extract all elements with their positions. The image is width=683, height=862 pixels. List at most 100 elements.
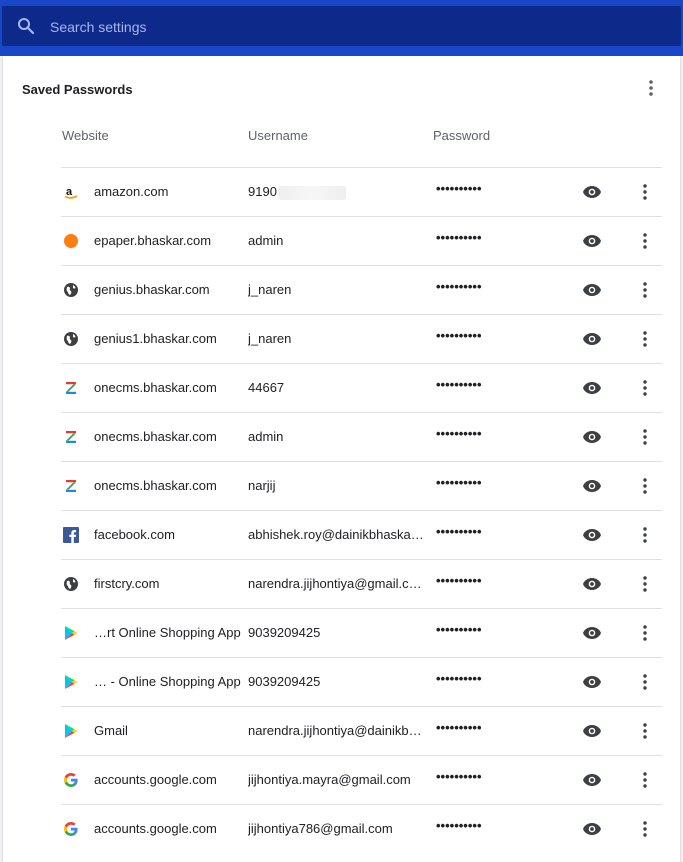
google-play-icon xyxy=(63,723,79,739)
google-play-icon xyxy=(63,625,79,641)
website-link[interactable]: firstcry.com xyxy=(94,576,244,591)
website-link[interactable]: Gmail xyxy=(94,723,244,738)
row-more-button[interactable] xyxy=(634,621,656,645)
show-password-button[interactable] xyxy=(581,280,603,300)
google-icon xyxy=(63,821,79,837)
section-more-button[interactable] xyxy=(639,76,663,100)
row-more-button[interactable] xyxy=(634,180,656,204)
show-password-button[interactable] xyxy=(581,427,603,447)
username-text: 44667 xyxy=(248,380,285,395)
password-row: onecms.bhaskar.com 44667 •••••••••• xyxy=(61,363,662,412)
website-link[interactable]: onecms.bhaskar.com xyxy=(94,429,244,444)
website-link[interactable]: epaper.bhaskar.com xyxy=(94,233,244,248)
website-link[interactable]: genius1.bhaskar.com xyxy=(94,331,244,346)
username-value: admin xyxy=(248,429,424,444)
row-more-button[interactable] xyxy=(634,327,656,351)
eye-icon xyxy=(582,724,602,738)
eye-icon xyxy=(582,381,602,395)
website-link[interactable]: onecms.bhaskar.com xyxy=(94,380,244,395)
more-vert-icon xyxy=(643,184,647,200)
password-masked: •••••••••• xyxy=(436,769,482,784)
show-password-button[interactable] xyxy=(581,525,603,545)
more-vert-icon xyxy=(643,380,647,396)
more-vert-icon xyxy=(649,80,653,96)
row-more-button[interactable] xyxy=(634,817,656,841)
website-link[interactable]: genius.bhaskar.com xyxy=(94,282,244,297)
globe-icon xyxy=(63,282,79,298)
eye-icon xyxy=(582,185,602,199)
show-password-button[interactable] xyxy=(581,476,603,496)
amazon-icon: a xyxy=(63,184,79,200)
eye-icon xyxy=(582,479,602,493)
eye-icon xyxy=(582,332,602,346)
show-password-button[interactable] xyxy=(581,819,603,839)
row-more-button[interactable] xyxy=(634,229,656,253)
password-masked: •••••••••• xyxy=(436,181,482,196)
more-vert-icon xyxy=(643,821,647,837)
username-value: j_naren xyxy=(248,331,424,346)
username-value: 9039209425 xyxy=(248,674,424,689)
eye-icon xyxy=(582,626,602,640)
website-link[interactable]: … - Online Shopping App xyxy=(94,674,244,689)
show-password-button[interactable] xyxy=(581,378,603,398)
row-more-button[interactable] xyxy=(634,768,656,792)
website-link[interactable]: accounts.google.com xyxy=(94,821,244,836)
username-value: j_naren xyxy=(248,282,424,297)
row-more-button[interactable] xyxy=(634,278,656,302)
row-more-button[interactable] xyxy=(634,474,656,498)
password-row: genius.bhaskar.com j_naren •••••••••• xyxy=(61,265,662,314)
username-text: admin xyxy=(248,429,284,444)
password-row: onecms.bhaskar.com admin •••••••••• xyxy=(61,412,662,461)
password-row: firstcry.com narendra.jijhontiya@gmail.c…… xyxy=(61,559,662,608)
row-more-button[interactable] xyxy=(634,425,656,449)
show-password-button[interactable] xyxy=(581,672,603,692)
more-vert-icon xyxy=(643,625,647,641)
show-password-button[interactable] xyxy=(581,231,603,251)
username-text: admin xyxy=(248,233,284,248)
website-link[interactable]: facebook.com xyxy=(94,527,244,542)
show-password-button[interactable] xyxy=(581,721,603,741)
row-more-button[interactable] xyxy=(634,670,656,694)
website-link[interactable]: accounts.google.com xyxy=(94,772,244,787)
section-title: Saved Passwords xyxy=(22,82,133,97)
eye-icon xyxy=(582,430,602,444)
row-more-button[interactable] xyxy=(634,523,656,547)
password-row: epaper.bhaskar.com admin •••••••••• xyxy=(61,216,662,265)
globe-icon xyxy=(63,331,79,347)
saved-passwords-card: Saved Passwords Website Username Passwor… xyxy=(3,56,680,862)
show-password-button[interactable] xyxy=(581,574,603,594)
more-vert-icon xyxy=(643,478,647,494)
username-value: jijhontiya.mayra@gmail.com xyxy=(248,772,424,787)
row-more-button[interactable] xyxy=(634,376,656,400)
eye-icon xyxy=(582,528,602,542)
search-input[interactable] xyxy=(48,6,652,48)
column-password: Password xyxy=(433,128,491,143)
username-text: narendra.jijhontiya@gmail.c… xyxy=(248,576,422,591)
password-masked: •••••••••• xyxy=(436,426,482,441)
website-link[interactable]: onecms.bhaskar.com xyxy=(94,478,244,493)
show-password-button[interactable] xyxy=(581,329,603,349)
password-masked: •••••••••• xyxy=(436,377,482,392)
row-more-button[interactable] xyxy=(634,572,656,596)
eye-icon xyxy=(582,577,602,591)
google-play-icon xyxy=(63,674,79,690)
username-value: narjij xyxy=(248,478,424,493)
more-vert-icon xyxy=(643,674,647,690)
onecms-z-icon xyxy=(63,429,79,445)
password-row: accounts.google.com jijhontiya.mayra@gmai… xyxy=(61,755,662,804)
show-password-button[interactable] xyxy=(581,623,603,643)
search-box[interactable] xyxy=(2,6,681,48)
password-row: … - Online Shopping App 9039209425 •••••••… xyxy=(61,657,662,706)
website-link[interactable]: amazon.com xyxy=(94,184,244,199)
row-more-button[interactable] xyxy=(634,719,656,743)
username-text: j_naren xyxy=(248,331,292,346)
show-password-button[interactable] xyxy=(581,770,603,790)
show-password-button[interactable] xyxy=(581,182,603,202)
facebook-icon xyxy=(63,527,79,543)
website-link[interactable]: …rt Online Shopping App xyxy=(94,625,244,640)
password-row: Gmail narendra.jijhontiya@dainikbh… ••••••… xyxy=(61,706,662,755)
password-row: accounts.google.com jijhontiya786@gmail.c… xyxy=(61,804,662,853)
username-value: 9190 xyxy=(248,184,424,200)
password-masked: •••••••••• xyxy=(436,622,482,637)
column-username: Username xyxy=(248,128,308,143)
